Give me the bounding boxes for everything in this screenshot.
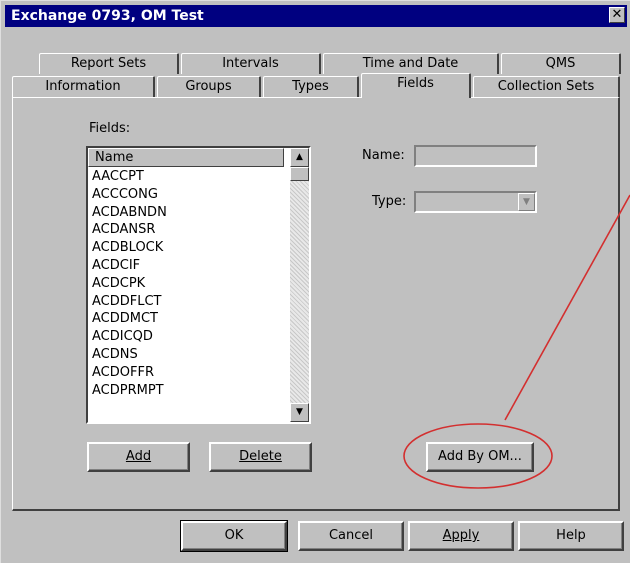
add-by-om-button[interactable]: Add By OM...	[426, 442, 534, 472]
tab-groups[interactable]: Groups	[157, 76, 261, 97]
column-header-name[interactable]: Name	[88, 148, 284, 167]
close-icon[interactable]: ✕	[609, 7, 625, 23]
list-item[interactable]: ACDCPK	[88, 275, 284, 293]
cancel-button[interactable]: Cancel	[298, 521, 404, 551]
list-item[interactable]: ACDANSR	[88, 221, 284, 239]
type-label: Type:	[372, 194, 407, 209]
scroll-thumb[interactable]	[290, 167, 309, 181]
list-item[interactable]: ACCCONG	[88, 186, 284, 204]
add-label: Add	[125, 449, 152, 464]
tab-report-sets[interactable]: Report Sets	[39, 53, 179, 74]
scroll-down-icon[interactable]: ▼	[290, 403, 309, 422]
title-bar[interactable]: Exchange 0793, OM Test ✕	[5, 5, 627, 27]
scroll-up-icon[interactable]: ▲	[290, 148, 309, 167]
list-item[interactable]: AACCPT	[88, 168, 284, 186]
type-select[interactable]: ▼	[414, 191, 537, 213]
ok-button[interactable]: OK	[180, 520, 288, 552]
tab-time-and-date[interactable]: Time and Date	[323, 53, 499, 74]
tab-qms[interactable]: QMS	[501, 53, 621, 74]
list-item[interactable]: ACDOFFR	[88, 364, 284, 382]
delete-button[interactable]: Delete	[209, 442, 312, 472]
help-button[interactable]: Help	[518, 521, 624, 551]
list-item[interactable]: ACDICQD	[88, 328, 284, 346]
list-item[interactable]: ACDBLOCK	[88, 239, 284, 257]
list-item[interactable]: ACDDFLCT	[88, 293, 284, 311]
tab-collection-sets[interactable]: Collection Sets	[473, 76, 620, 97]
fields-listbox[interactable]: Name AACCPT ACCCONG ACDABNDN ACDANSR ACDBLOC…	[86, 146, 311, 424]
list-item[interactable]: ACDPRMPT	[88, 382, 284, 400]
add-button[interactable]: Add	[87, 442, 190, 472]
apply-button[interactable]: Apply	[408, 521, 514, 551]
list-scrollbar[interactable]: ▲ ▼	[290, 148, 309, 422]
tab-information[interactable]: Information	[12, 76, 155, 97]
name-field[interactable]	[414, 145, 537, 167]
list-item[interactable]: ACDNS	[88, 346, 284, 364]
delete-label: Delete	[239, 449, 282, 464]
fields-label: Fields:	[89, 121, 131, 136]
list-item[interactable]: ACDCIF	[88, 257, 284, 275]
tab-intervals[interactable]: Intervals	[181, 53, 321, 74]
apply-label: Apply	[442, 528, 480, 543]
list-item[interactable]: ACDDMCT	[88, 310, 284, 328]
window-title: Exchange 0793, OM Test	[11, 8, 204, 24]
name-label: Name:	[362, 148, 405, 163]
dialog-window: Exchange 0793, OM Test ✕ Report Sets Int…	[0, 0, 630, 563]
tab-fields[interactable]: Fields	[361, 73, 471, 98]
tab-types[interactable]: Types	[263, 76, 359, 97]
dropdown-arrow-icon[interactable]: ▼	[518, 193, 535, 211]
list-item[interactable]: ACDABNDN	[88, 204, 284, 222]
fields-list: AACCPT ACCCONG ACDABNDN ACDANSR ACDBLOCK ACDC…	[88, 168, 284, 399]
